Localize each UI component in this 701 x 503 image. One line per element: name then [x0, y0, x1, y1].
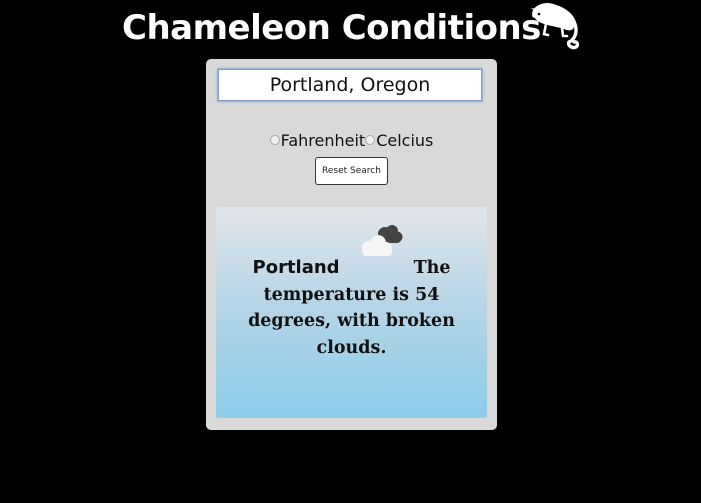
search-input[interactable] — [218, 69, 482, 101]
weather-description: Portland The temperature is 54 degrees, w… — [224, 255, 479, 361]
city-name: Portland — [252, 257, 340, 278]
fahrenheit-label: Fahrenheit — [280, 130, 366, 150]
unit-option-celcius[interactable]: Celcius — [365, 131, 433, 150]
unit-option-fahrenheit[interactable]: Fahrenheit — [269, 130, 366, 150]
celcius-label: Celcius — [376, 130, 434, 150]
app-header: Chameleon Conditions — [0, 0, 701, 58]
fahrenheit-radio[interactable] — [269, 135, 280, 145]
celcius-radio[interactable] — [365, 135, 376, 145]
search-panel: Fahrenheit Celcius Reset Search — [206, 59, 497, 430]
reset-search-button[interactable]: Reset Search — [315, 157, 388, 185]
weather-result-card: Portland The temperature is 54 degrees, w… — [216, 207, 487, 418]
chameleon-icon — [531, 3, 580, 50]
app-title: Chameleon Conditions — [122, 8, 541, 48]
unit-selector: Fahrenheit Celcius — [206, 130, 497, 150]
